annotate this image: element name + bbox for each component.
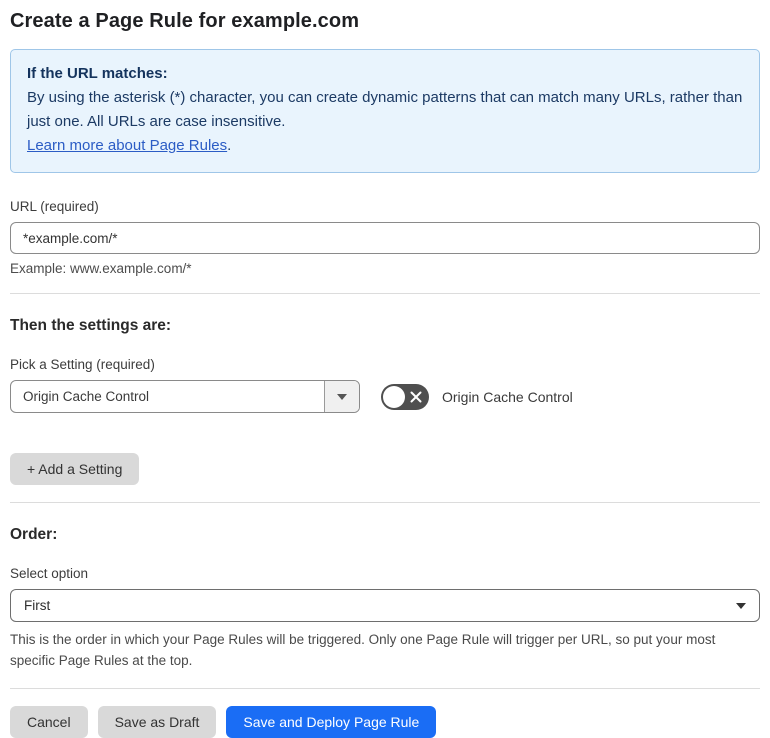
page-title: Create a Page Rule for example.com bbox=[10, 10, 360, 32]
chevron-down-icon bbox=[736, 602, 746, 609]
url-input[interactable] bbox=[10, 222, 760, 254]
info-box-link-line: Learn more about Page Rules. bbox=[27, 134, 743, 158]
save-as-draft-button[interactable]: Save as Draft bbox=[97, 706, 217, 738]
toggle-knob bbox=[383, 385, 405, 408]
url-match-info-box: If the URL matches: By using the asteris… bbox=[10, 49, 760, 173]
footer-actions: Cancel Save as Draft Save and Deploy Pag… bbox=[10, 706, 760, 738]
toggle-label: Origin Cache Control bbox=[442, 388, 573, 405]
order-select[interactable]: First bbox=[10, 589, 760, 622]
order-helper-text: This is the order in which your Page Rul… bbox=[10, 632, 716, 668]
settings-section-heading: Then the settings are: bbox=[10, 317, 172, 334]
divider bbox=[10, 688, 760, 689]
order-select-value: First bbox=[24, 598, 51, 613]
link-suffix: . bbox=[227, 137, 232, 154]
setting-dropdown-value: Origin Cache Control bbox=[23, 389, 150, 404]
info-box-heading: If the URL matches: bbox=[27, 65, 168, 82]
chevron-down-icon bbox=[337, 393, 347, 400]
add-setting-button[interactable]: + Add a Setting bbox=[10, 453, 140, 485]
setting-dropdown-arrow-button[interactable] bbox=[324, 381, 359, 412]
save-and-deploy-button[interactable]: Save and Deploy Page Rule bbox=[226, 706, 437, 738]
url-example-helper: Example: www.example.com/* bbox=[10, 261, 192, 276]
setting-dropdown[interactable]: Origin Cache Control bbox=[10, 380, 360, 413]
page-rule-form: Create a Page Rule for example.com If th… bbox=[0, 0, 770, 738]
info-box-body: By using the asterisk (*) character, you… bbox=[27, 89, 743, 130]
learn-more-link[interactable]: Learn more about Page Rules bbox=[27, 137, 227, 154]
setting-row: Origin Cache Control Origin Cache Contro… bbox=[10, 380, 760, 413]
order-select-label: Select option bbox=[10, 566, 89, 581]
origin-cache-control-toggle[interactable] bbox=[381, 383, 429, 410]
cancel-button[interactable]: Cancel bbox=[10, 706, 88, 738]
url-field-label: URL (required) bbox=[10, 199, 99, 214]
divider bbox=[10, 502, 760, 503]
toggle-off-x-icon bbox=[410, 391, 422, 402]
order-section-heading: Order: bbox=[10, 526, 58, 543]
divider bbox=[10, 293, 760, 294]
pick-setting-label: Pick a Setting (required) bbox=[10, 357, 155, 372]
